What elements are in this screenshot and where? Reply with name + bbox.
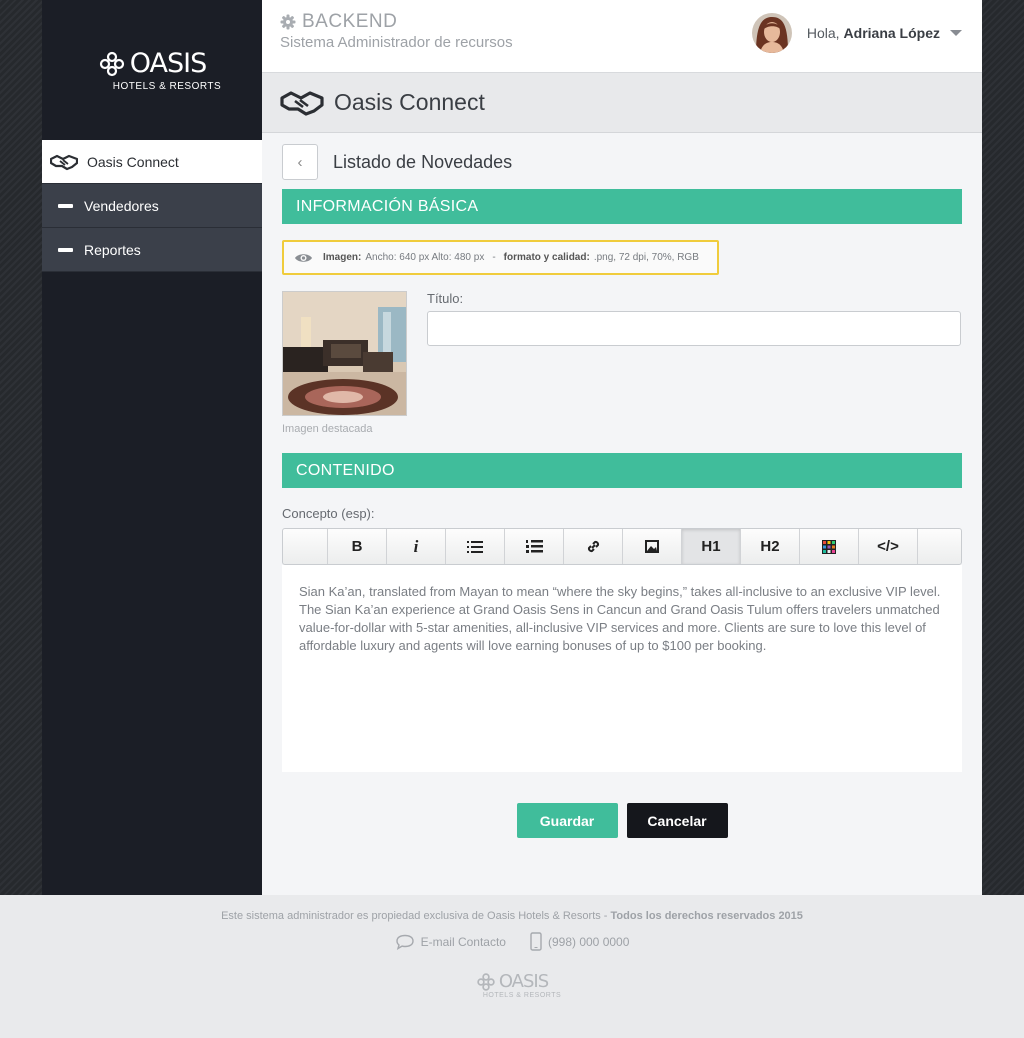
title-field: Título: [427, 291, 962, 435]
sidebar-item-vendedores[interactable]: Vendedores [42, 184, 262, 228]
dash-icon [58, 203, 73, 208]
content-editor[interactable]: Sian Ka’an, translated from Mayan to mea… [282, 565, 962, 772]
footer-logo: OASIS HOTELS & RESORTS [0, 971, 1024, 999]
numbered-list-icon [525, 540, 543, 553]
app-brand: BACKEND Sistema Administrador de recurso… [280, 11, 513, 51]
image-button[interactable] [623, 529, 682, 564]
link-icon [587, 540, 599, 553]
handshake-icon [280, 90, 324, 116]
featured-image-caption: Imagen destacada [282, 423, 373, 435]
image-requirements-notice: Imagen: Ancho: 640 px Alto: 480 px - for… [282, 240, 719, 275]
sidebar-item-label: Reportes [84, 241, 141, 258]
email-contact-label: E-mail Contacto [420, 934, 506, 949]
footer-rights: Todos los derechos reservados 2015 [610, 910, 803, 922]
link-button[interactable] [564, 529, 623, 564]
save-button[interactable]: Guardar [516, 803, 618, 838]
form-actions: Guardar Cancelar [282, 803, 962, 838]
image-format: .png, 72 dpi, 70%, RGB [593, 252, 699, 263]
basic-info-heading: INFORMACIÓN BÁSICA [282, 189, 962, 224]
bullet-list-icon [467, 540, 483, 553]
h2-button[interactable]: H2 [741, 529, 800, 564]
italic-button[interactable]: i [387, 529, 446, 564]
footer: Este sistema administrador es propiedad … [0, 895, 1024, 1038]
chevron-left-icon: ‹ [297, 153, 303, 171]
section-title: Oasis Connect [334, 89, 485, 115]
title-label: Título: [427, 291, 464, 306]
footer-notice: Este sistema administrador es propiedad … [0, 910, 1024, 922]
h1-button[interactable]: H1 [682, 529, 741, 564]
format-label: formato y calidad: [503, 252, 590, 263]
dash-icon [58, 247, 73, 252]
content-heading: CONTENIDO [282, 453, 962, 488]
section-header: Oasis Connect [262, 73, 982, 133]
logo-subtitle: HOTELS & RESORTS [112, 81, 222, 92]
featured-image-wrap: Imagen destacada [282, 291, 407, 435]
main-panel: BACKEND Sistema Administrador de recurso… [262, 0, 982, 895]
phone-contact: (998) 000 0000 [530, 932, 629, 951]
cancel-button[interactable]: Cancelar [626, 803, 728, 838]
phone-number: (998) 000 0000 [547, 934, 630, 949]
footer-logo-name: OASIS [498, 971, 549, 992]
numbered-list-button[interactable] [505, 529, 564, 564]
basic-info-row: Imagen destacada Título: [282, 291, 962, 435]
greeting-text: Hola, [806, 25, 840, 41]
logo-name: OASIS [129, 48, 207, 79]
sidebar: OASIS HOTELS & RESORTS Oasis Connect Ven… [42, 0, 262, 895]
avatar[interactable] [751, 13, 792, 53]
handshake-icon [50, 154, 78, 170]
app-title: BACKEND [302, 11, 398, 32]
email-contact-link[interactable]: E-mail Contacto [395, 932, 506, 951]
color-button[interactable] [800, 529, 859, 564]
image-icon [645, 540, 659, 553]
oasis-logo[interactable]: OASIS HOTELS & RESORTS [42, 0, 262, 140]
bold-button[interactable]: B [328, 529, 387, 564]
oasis-flower-icon [477, 972, 495, 991]
chevron-down-icon[interactable] [950, 30, 962, 36]
list-header: ‹ Listado de Novedades [282, 144, 962, 180]
phone-icon [530, 932, 542, 951]
editor-toolbar: B i H1 H2 </> [282, 528, 962, 565]
user-name: Adriana López [843, 25, 940, 41]
footer-logo-subtitle: HOTELS & RESORTS [482, 992, 562, 999]
image-size: Ancho: 640 px Alto: 480 px [365, 252, 485, 263]
sidebar-item-reportes[interactable]: Reportes [42, 228, 262, 272]
info-separator: - [492, 252, 496, 263]
title-input[interactable] [427, 311, 961, 346]
concept-label: Concepto (esp): [282, 506, 375, 521]
sidebar-item-label: Oasis Connect [87, 153, 179, 170]
app-frame: OASIS HOTELS & RESORTS Oasis Connect Ven… [42, 0, 982, 895]
footer-text: Este sistema administrador es propiedad … [221, 910, 608, 922]
list-title: Listado de Novedades [333, 151, 513, 172]
user-greeting: Hola, Adriana López [807, 25, 940, 41]
gear-icon [280, 14, 296, 30]
form-content: ‹ Listado de Novedades INFORMACIÓN BÁSIC… [282, 144, 962, 838]
back-button[interactable]: ‹ [282, 144, 318, 180]
user-menu[interactable]: Hola, Adriana López [751, 13, 962, 53]
sidebar-item-oasis-connect[interactable]: Oasis Connect [42, 140, 262, 184]
code-view-button[interactable]: </> [859, 529, 918, 564]
footer-contacts: E-mail Contacto (998) 000 0000 [0, 932, 1024, 951]
app-subtitle: Sistema Administrador de recursos [280, 34, 513, 51]
bullet-list-button[interactable] [446, 529, 505, 564]
color-grid-icon [822, 539, 836, 554]
oasis-flower-icon [99, 51, 124, 76]
image-label: Imagen: [323, 252, 362, 263]
sidebar-item-label: Vendedores [84, 197, 159, 214]
toolbar-spacer [283, 529, 328, 564]
eye-icon [295, 253, 312, 262]
chat-bubble-icon [395, 934, 414, 950]
featured-image[interactable] [282, 291, 407, 416]
top-bar: BACKEND Sistema Administrador de recurso… [262, 0, 982, 73]
